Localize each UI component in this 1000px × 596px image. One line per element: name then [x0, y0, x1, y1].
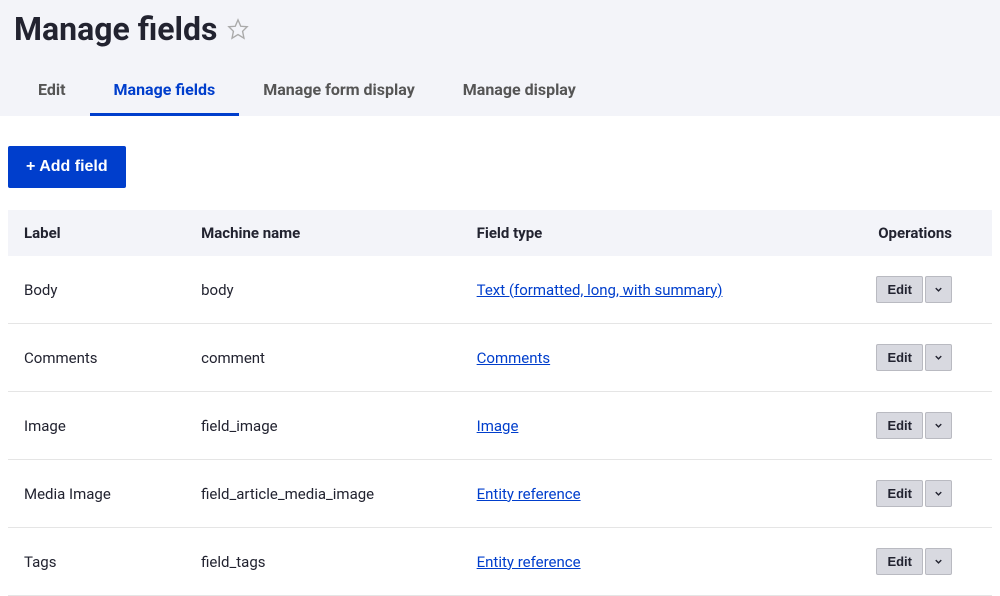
- operations-group: Edit: [876, 344, 952, 371]
- table-row: Media Imagefield_article_media_image Enti…: [8, 460, 992, 528]
- row-field-type: Image: [461, 392, 835, 460]
- row-label: Image: [8, 392, 185, 460]
- row-machine-name: comment: [185, 324, 461, 392]
- field-type-link[interactable]: Comments: [477, 349, 551, 367]
- edit-button[interactable]: Edit: [876, 412, 923, 439]
- operations-dropdown-button[interactable]: [925, 276, 952, 303]
- tab-manage-display[interactable]: Manage display: [439, 66, 600, 116]
- edit-button[interactable]: Edit: [876, 480, 923, 507]
- table-row: Imagefield_imageImageEdit: [8, 392, 992, 460]
- fields-table: Label Machine name Field type Operations…: [8, 210, 992, 596]
- tabs: EditManage fieldsManage form displayMana…: [0, 66, 1000, 116]
- table-row: CommentscommentCommentsEdit: [8, 324, 992, 392]
- operations-dropdown-button[interactable]: [925, 412, 952, 439]
- operations-dropdown-button[interactable]: [925, 480, 952, 507]
- row-operations: Edit: [835, 528, 992, 596]
- row-operations: Edit: [835, 460, 992, 528]
- row-field-type: Entity reference: [461, 528, 835, 596]
- row-operations: Edit: [835, 256, 992, 324]
- operations-dropdown-button[interactable]: [925, 344, 952, 371]
- field-type-link[interactable]: Entity reference: [477, 553, 581, 571]
- header-machine-name: Machine name: [185, 210, 461, 256]
- header-field-type: Field type: [461, 210, 835, 256]
- table-row: Bodybody Text (formatted, long, with summ…: [8, 256, 992, 324]
- tab-edit[interactable]: Edit: [14, 66, 90, 116]
- operations-group: Edit: [876, 480, 952, 507]
- chevron-down-icon: [933, 420, 944, 431]
- chevron-down-icon: [933, 488, 944, 499]
- row-field-type: Comments: [461, 324, 835, 392]
- row-field-type: Entity reference: [461, 460, 835, 528]
- operations-group: Edit: [876, 548, 952, 575]
- tab-manage-form-display[interactable]: Manage form display: [239, 66, 439, 116]
- favorite-star-icon[interactable]: [227, 14, 249, 44]
- header-operations: Operations: [835, 210, 992, 256]
- field-type-link[interactable]: Entity reference: [477, 485, 581, 503]
- row-machine-name: field_tags: [185, 528, 461, 596]
- row-field-type: Text (formatted, long, with summary): [461, 256, 835, 324]
- row-label: Tags: [8, 528, 185, 596]
- edit-button[interactable]: Edit: [876, 276, 923, 303]
- row-label: Body: [8, 256, 185, 324]
- row-operations: Edit: [835, 324, 992, 392]
- row-label: Media Image: [8, 460, 185, 528]
- chevron-down-icon: [933, 352, 944, 363]
- add-field-button[interactable]: + Add field: [8, 146, 126, 188]
- row-machine-name: field_article_media_image: [185, 460, 461, 528]
- chevron-down-icon: [933, 284, 944, 295]
- header-label: Label: [8, 210, 185, 256]
- row-machine-name: body: [185, 256, 461, 324]
- page-title: Manage fields: [14, 10, 217, 48]
- tab-manage-fields[interactable]: Manage fields: [90, 66, 240, 116]
- table-row: Tagsfield_tags Entity reference Edit: [8, 528, 992, 596]
- edit-button[interactable]: Edit: [876, 548, 923, 575]
- row-label: Comments: [8, 324, 185, 392]
- operations-group: Edit: [876, 276, 952, 303]
- row-machine-name: field_image: [185, 392, 461, 460]
- chevron-down-icon: [933, 556, 944, 567]
- edit-button[interactable]: Edit: [876, 344, 923, 371]
- operations-group: Edit: [876, 412, 952, 439]
- field-type-link[interactable]: Text (formatted, long, with summary): [477, 281, 723, 299]
- row-operations: Edit: [835, 392, 992, 460]
- field-type-link[interactable]: Image: [477, 417, 519, 435]
- operations-dropdown-button[interactable]: [925, 548, 952, 575]
